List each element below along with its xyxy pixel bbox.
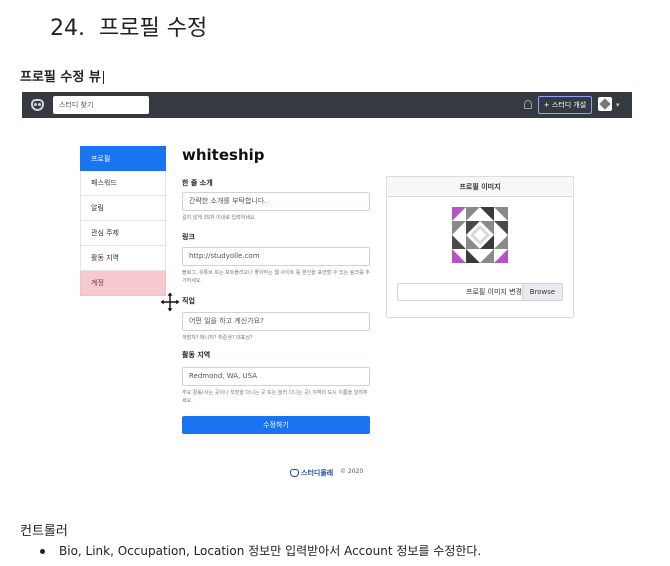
footer-copyright: © 2020 <box>340 468 364 475</box>
settings-sidebar: 프로필 패스워드 알림 관심 주제 활동 지역 계정 <box>80 146 166 296</box>
profile-image-header: 프로필 이미지 <box>387 177 573 197</box>
footer-logo: 스터디올래 <box>290 468 333 478</box>
location-help: 주요 활동(사는 곳이나 직장을 다니는 곳 또는 놀러 다니는 곳) 지역의 … <box>182 390 368 404</box>
sidebar-item-account[interactable]: 계정 <box>80 271 166 296</box>
heading-number: 24. <box>50 16 85 41</box>
location-label: 활동 지역 <box>182 351 211 359</box>
page-heading: 24. 프로필 수정 <box>50 10 207 42</box>
profile-image-file-input[interactable]: 프로필 이미지 변경 Browse <box>397 283 563 301</box>
section-subtitle-text: 프로필 수정 뷰 <box>20 70 101 85</box>
footer-logo-text: 스터디올래 <box>301 469 334 477</box>
create-study-button[interactable]: + 스터디 개설 <box>538 96 592 114</box>
sidebar-item-zones[interactable]: 활동 지역 <box>80 246 166 271</box>
heading-title: 프로필 수정 <box>99 16 208 41</box>
browse-button[interactable]: Browse <box>522 284 562 300</box>
owl-logo-icon[interactable] <box>31 99 44 111</box>
bio-help: 길지 않게 35자 이내로 입력하세요. <box>182 215 257 221</box>
file-input-label: 프로필 이미지 변경 <box>466 288 522 296</box>
bio-label: 한 줄 소개 <box>182 179 213 187</box>
navbar: 스터디 찾기 + 스터디 개설 ▾ <box>22 92 632 118</box>
link-label: 링크 <box>182 233 195 241</box>
occupation-input[interactable]: 어떤 일을 하고 계신가요? <box>182 312 370 331</box>
controller-section-title: 컨트롤러 <box>20 524 68 539</box>
occupation-label: 직업 <box>182 297 195 305</box>
controller-bullet-text: Bio, Link, Occupation, Location 정보만 입력받아… <box>59 544 482 558</box>
link-input[interactable]: http://studyolle.com <box>182 247 370 266</box>
sidebar-item-tags[interactable]: 관심 주제 <box>80 221 166 246</box>
profile-image-card: 프로필 이미지 프로필 이미지 변경 Browse <box>386 176 574 318</box>
sidebar-item-notifications[interactable]: 알림 <box>80 196 166 221</box>
bullet-icon <box>40 549 45 554</box>
section-subtitle: 프로필 수정 뷰 <box>20 66 104 85</box>
location-input[interactable]: Redmond, WA, USA <box>182 367 370 386</box>
move-cursor-icon <box>159 291 181 313</box>
app-screenshot: 스터디 찾기 + 스터디 개설 ▾ 프로필 패스워드 알림 관심 주제 활동 지… <box>22 92 632 492</box>
sidebar-item-profile[interactable]: 프로필 <box>80 146 166 171</box>
bell-icon[interactable] <box>524 100 532 109</box>
search-input[interactable]: 스터디 찾기 <box>53 96 149 114</box>
identicon-image <box>452 207 508 263</box>
profile-username: whiteship <box>182 146 265 164</box>
submit-button[interactable]: 수정하기 <box>182 416 370 434</box>
occupation-help: 개발자? 매니저? 취준생? 대표님? <box>182 335 253 341</box>
text-cursor <box>102 71 104 84</box>
owl-logo-icon <box>290 469 299 477</box>
controller-bullet: Bio, Link, Occupation, Location 정보만 입력받아… <box>40 542 481 559</box>
bio-input[interactable]: 간략한 소개를 부탁합니다. <box>182 192 370 211</box>
sidebar-item-password[interactable]: 패스워드 <box>80 171 166 196</box>
avatar[interactable] <box>598 97 612 111</box>
link-help: 블로그, 유튜브 또는 포트폴리오나 좋아하는 웹 사이트 등 본인을 표현할 … <box>182 270 370 284</box>
caret-down-icon[interactable]: ▾ <box>616 101 620 109</box>
